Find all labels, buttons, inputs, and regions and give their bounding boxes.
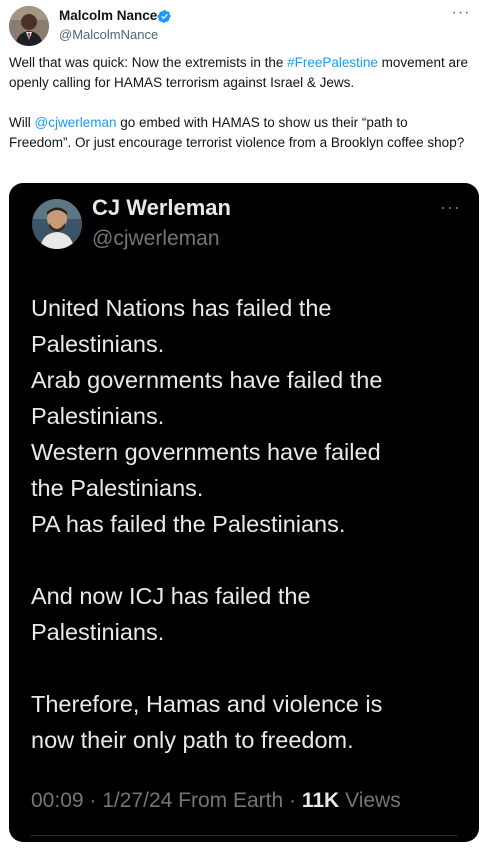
embedded-line: Palestinians.: [31, 619, 165, 645]
verified-badge-icon: [157, 10, 171, 23]
embedded-blank-line: [31, 542, 461, 578]
meta-separator: ·: [89, 789, 103, 812]
embedded-views-count: 11K: [301, 789, 340, 812]
tweet-paragraph-1: Well that was quick: Now the extremists …: [9, 53, 473, 93]
embedded-time: 00:09: [31, 789, 84, 812]
embedded-line: Palestinians.: [31, 403, 165, 429]
embedded-avatar-image: [32, 199, 82, 249]
embedded-source: From Earth: [178, 789, 284, 812]
embedded-handle: @cjwerleman: [92, 227, 220, 250]
author-avatar[interactable]: [9, 6, 49, 46]
author-handle[interactable]: @MalcolmNance: [59, 27, 158, 42]
embedded-more-icon: ···: [440, 197, 461, 217]
embedded-line: Western governments have failed: [31, 439, 381, 465]
embedded-tweet-image[interactable]: CJ Werleman @cjwerleman ··· United Natio…: [9, 183, 479, 842]
hashtag-link[interactable]: #FreePalestine: [287, 55, 378, 70]
embedded-divider: [31, 835, 457, 836]
tweet-paragraph-2: Will @cjwerleman go embed with HAMAS to …: [9, 113, 473, 153]
embedded-line: the Palestinians.: [31, 475, 204, 501]
author-display-name[interactable]: Malcolm Nance: [59, 8, 157, 23]
tweet-header: Malcolm Nance @MalcolmNance ···: [9, 5, 473, 46]
embedded-line: PA has failed the Palestinians.: [31, 511, 346, 537]
mention-link[interactable]: @cjwerleman: [35, 115, 117, 130]
meta-separator: ·: [289, 789, 302, 812]
embedded-line: Arab governments have failed the: [31, 367, 383, 393]
embedded-line: Therefore, Hamas and violence is: [31, 691, 383, 717]
embedded-line: Palestinians.: [31, 331, 165, 357]
embedded-meta: 00:09 · 1/27/24 From Earth · 11K Views: [31, 789, 401, 813]
embedded-views-label: Views: [345, 789, 401, 812]
tweet-text-segment: Well that was quick: Now the extremists …: [9, 55, 288, 70]
embedded-author-avatar: [32, 199, 82, 249]
tweet-text-segment: Will: [9, 115, 35, 130]
embedded-display-name: CJ Werleman: [92, 195, 231, 220]
embedded-body: United Nations has failed the Palestinia…: [31, 290, 461, 758]
embedded-line: now their only path to freedom.: [31, 727, 354, 753]
embedded-line: United Nations has failed the: [31, 295, 332, 321]
more-options-icon[interactable]: ···: [449, 5, 473, 26]
tweet-text: Well that was quick: Now the extremists …: [9, 53, 473, 153]
embedded-line: And now ICJ has failed the: [31, 583, 311, 609]
embedded-date: 1/27/24: [102, 789, 173, 812]
author-avatar-image: [9, 6, 49, 46]
embedded-blank-line: [31, 650, 461, 686]
